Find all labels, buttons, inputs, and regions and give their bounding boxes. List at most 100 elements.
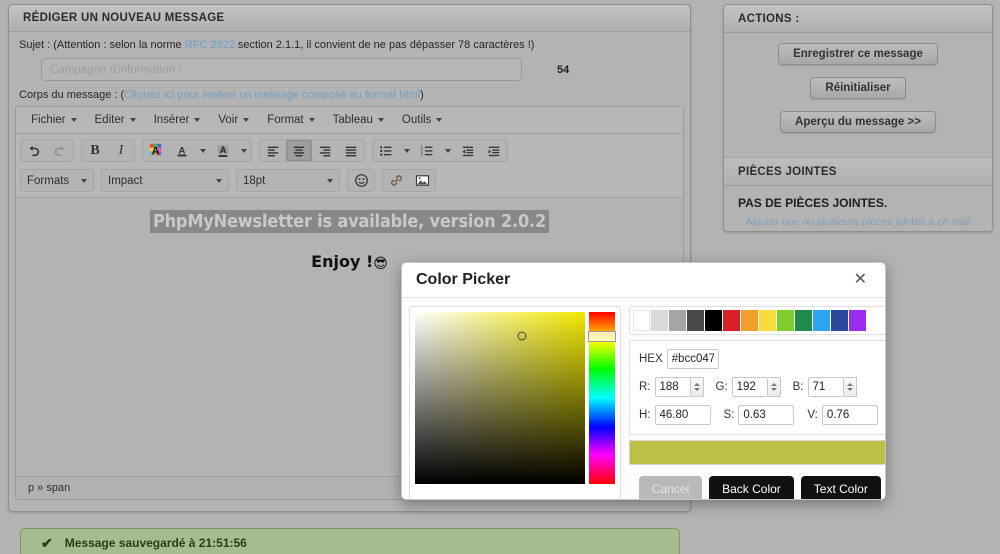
svg-text:3: 3 [420, 152, 423, 157]
cancel-button[interactable]: Cancel [638, 476, 703, 499]
style-group: B I [81, 139, 135, 162]
subject-hint-suffix: section 2.1.1, il convient de ne pas dép… [234, 39, 535, 51]
bullet-list-dropdown-icon[interactable] [399, 140, 414, 161]
menu-tableau[interactable]: Tableau [324, 111, 393, 129]
backcolor-dropdown-icon[interactable] [236, 140, 251, 161]
swatch-red[interactable] [723, 310, 740, 331]
r-input[interactable] [654, 377, 691, 397]
italic-icon[interactable]: I [108, 140, 134, 161]
r-stepper[interactable] [690, 377, 704, 397]
b-input[interactable] [807, 377, 844, 397]
image-icon[interactable] [409, 170, 435, 191]
font-family-label: Impact [108, 174, 143, 187]
s-input[interactable] [738, 405, 795, 425]
swatch-green[interactable] [795, 310, 812, 331]
bold-icon[interactable]: B [82, 140, 108, 161]
menu-format[interactable]: Format [258, 111, 323, 129]
undo-icon[interactable] [21, 140, 47, 161]
swatch-white[interactable] [633, 310, 650, 331]
actions-panel-header: ACTIONS : [724, 5, 992, 33]
font-size-dropdown[interactable]: 18pt [236, 169, 340, 192]
link-icon[interactable] [383, 170, 409, 191]
body-label: Corps du message : (Cliquez ici pour ins… [19, 89, 680, 101]
swatch-yellow[interactable] [759, 310, 776, 331]
font-size-label: 18pt [243, 174, 266, 187]
reset-button[interactable]: Réinitialiser [810, 77, 906, 99]
indent-icon[interactable] [481, 140, 507, 161]
compose-panel-header: RÉDIGER UN NOUVEAU MESSAGE [9, 5, 690, 32]
forecolor-dropdown-icon[interactable] [195, 140, 210, 161]
menu-fichier[interactable]: Fichier [22, 111, 86, 129]
subject-hint-prefix: Sujet : (Attention : selon la norme [19, 39, 185, 51]
swatch-lightgreen[interactable] [777, 310, 794, 331]
hue-slider[interactable] [588, 312, 616, 484]
editor-paragraph-2-text: Enjoy ! [311, 252, 374, 271]
rfc-2822-link[interactable]: RFC 2822 [185, 39, 235, 51]
color-picker-title: Color Picker [416, 271, 511, 288]
menu-voir[interactable]: Voir [209, 111, 258, 129]
preview-message-button[interactable]: Aperçu du message >> [780, 111, 936, 133]
emoticon-icon[interactable] [348, 170, 374, 191]
hue-slider-handle[interactable] [588, 330, 616, 342]
menu-inserer[interactable]: Insérer [145, 111, 210, 129]
v-input[interactable] [821, 405, 878, 425]
font-family-dropdown[interactable]: Impact [101, 169, 229, 192]
backcolor-icon[interactable]: A [210, 140, 236, 161]
remove-format-icon[interactable]: A [143, 140, 169, 161]
swatch-blue[interactable] [831, 310, 848, 331]
save-message-button[interactable]: Enregistrer ce message [778, 43, 938, 65]
formats-dropdown[interactable]: Formats [20, 169, 94, 192]
swatch-darkgray[interactable] [687, 310, 704, 331]
element-path: p » span [28, 482, 71, 494]
color-value-fields: HEX R: G: B: [629, 340, 885, 435]
back-color-button[interactable]: Back Color [709, 476, 794, 499]
attachments-panel-header: PIÈCES JOINTES [724, 157, 992, 186]
color-picker-controls: HEX R: G: B: [629, 306, 885, 499]
g-input[interactable] [731, 377, 768, 397]
chevron-down-icon [308, 118, 315, 122]
numbered-list-dropdown-icon[interactable] [440, 140, 455, 161]
subject-input[interactable] [41, 58, 522, 81]
checkmark-icon: ✔ [41, 534, 53, 551]
align-left-icon[interactable] [260, 140, 286, 161]
swatch-gray[interactable] [669, 310, 686, 331]
svg-text:A: A [220, 144, 227, 154]
g-stepper[interactable] [767, 377, 781, 397]
attachments-panel-title: PIÈCES JOINTES [738, 165, 837, 178]
subject-row: 54 [19, 58, 680, 81]
swatch-black[interactable] [705, 310, 722, 331]
insert-html-link[interactable]: Cliquez ici pour insérer un message comp… [124, 89, 420, 101]
close-icon[interactable]: ✕ [850, 270, 871, 290]
add-attachment-link[interactable]: Ajouter une ou plusieurs pièces jointes … [738, 216, 978, 228]
redo-icon[interactable] [47, 140, 73, 161]
align-justify-icon[interactable] [338, 140, 364, 161]
hex-input[interactable] [666, 349, 719, 369]
bullet-list-icon[interactable] [373, 140, 399, 161]
color-picker-body: HEX R: G: B: [402, 298, 885, 499]
outdent-icon[interactable] [455, 140, 481, 161]
sv-cursor-handle[interactable] [517, 331, 527, 341]
menu-voir-label: Voir [218, 114, 239, 126]
swatch-lightgray[interactable] [651, 310, 668, 331]
numbered-list-icon[interactable]: 123 [414, 140, 440, 161]
rgb-row: R: G: B: [639, 377, 878, 397]
menu-outils[interactable]: Outils [393, 111, 451, 129]
h-input[interactable] [654, 405, 711, 425]
forecolor-icon[interactable]: A [169, 140, 195, 161]
hsv-row: H: S: V: [639, 405, 878, 425]
swatch-purple[interactable] [849, 310, 866, 331]
menu-editer[interactable]: Editer [86, 111, 145, 129]
sunglasses-emoji-icon: 😎 [373, 256, 388, 272]
insert-group-media [382, 169, 436, 192]
saturation-value-field[interactable] [415, 312, 585, 484]
swatch-lightblue[interactable] [813, 310, 830, 331]
align-center-icon[interactable] [286, 140, 312, 161]
menu-format-label: Format [267, 114, 304, 126]
menu-editer-label: Editer [94, 114, 125, 126]
chevron-down-icon [216, 178, 222, 183]
align-right-icon[interactable] [312, 140, 338, 161]
b-stepper[interactable] [843, 377, 857, 397]
text-color-button[interactable]: Text Color [800, 476, 881, 499]
swatch-orange[interactable] [741, 310, 758, 331]
insert-group-emoticon [347, 169, 375, 192]
